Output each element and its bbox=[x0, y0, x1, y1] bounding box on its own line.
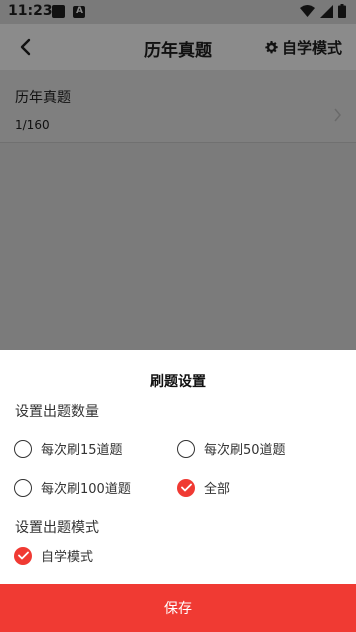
status-icons bbox=[300, 4, 346, 18]
save-button[interactable]: 保存 bbox=[0, 584, 356, 632]
radio-icon bbox=[14, 439, 32, 458]
app-bar: 历年真题 自学模式 bbox=[0, 24, 356, 70]
radio-icon bbox=[14, 478, 32, 497]
mode-button[interactable]: 自学模式 bbox=[265, 37, 342, 58]
option-15[interactable]: 每次刷15道题 bbox=[14, 439, 123, 458]
chevron-right-icon bbox=[334, 108, 341, 122]
gear-icon bbox=[265, 41, 278, 54]
option-label: 全部 bbox=[204, 482, 231, 497]
signal-icon bbox=[320, 4, 333, 18]
option-all[interactable]: 全部 bbox=[177, 478, 230, 497]
sheet-title: 刷题设置 bbox=[150, 374, 206, 390]
option-label: 每次刷100道题 bbox=[41, 482, 131, 497]
radio-icon bbox=[177, 439, 195, 458]
option-100[interactable]: 每次刷100道题 bbox=[14, 478, 131, 497]
option-50[interactable]: 每次刷50道题 bbox=[177, 439, 286, 458]
list-item[interactable]: 历年真题 1/160 bbox=[0, 70, 356, 143]
list-item-title: 历年真题 bbox=[15, 90, 71, 106]
wifi-icon bbox=[300, 4, 315, 17]
notification-icon bbox=[52, 5, 65, 18]
mode-section-label: 设置出题模式 bbox=[15, 520, 99, 536]
list-item-count: 1/160 bbox=[15, 118, 50, 132]
checkmark-icon bbox=[14, 546, 32, 565]
option-label: 自学模式 bbox=[41, 550, 94, 565]
battery-icon bbox=[338, 4, 346, 18]
content-area: 历年真题 1/160 bbox=[0, 70, 356, 350]
status-bar: 11:23 bbox=[0, 0, 356, 24]
mode-label: 自学模式 bbox=[281, 39, 342, 57]
status-time: 11:23 bbox=[8, 3, 53, 19]
option-self-study[interactable]: 自学模式 bbox=[14, 546, 93, 565]
option-label: 每次刷50道题 bbox=[204, 443, 286, 458]
app-notification-icon bbox=[73, 6, 85, 18]
quantity-section-label: 设置出题数量 bbox=[15, 404, 99, 420]
option-label: 每次刷15道题 bbox=[41, 443, 123, 458]
checkmark-icon bbox=[177, 478, 195, 497]
